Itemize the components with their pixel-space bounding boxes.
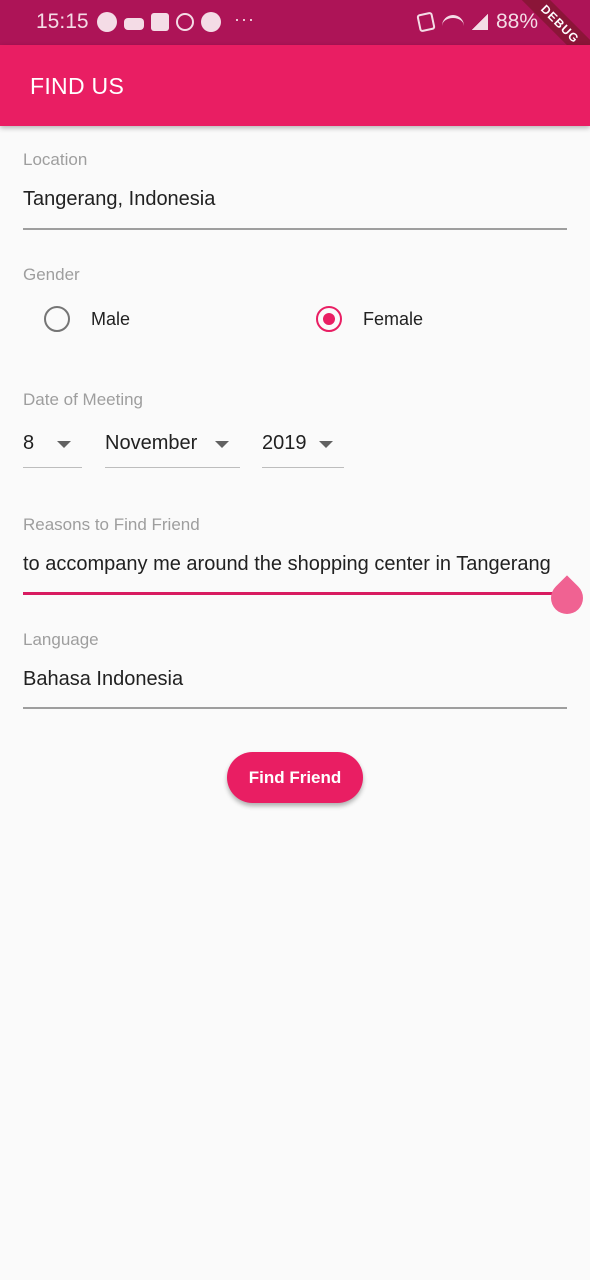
notification-icons: ··· [97,8,255,32]
car-icon [124,18,144,30]
female-radio-button[interactable] [316,306,342,332]
find-friend-button[interactable]: Find Friend [227,752,363,803]
male-radio-button[interactable] [44,306,70,332]
reasons-focus-underline [23,592,567,595]
page-title: FIND US [30,73,125,99]
signal-icon [471,14,488,30]
message-icon [201,12,221,32]
battery-level: 88% [495,10,538,33]
reasons-label: Reasons to Find Friend [23,515,200,534]
language-label: Language [23,630,99,649]
chevron-down-icon [215,441,229,448]
status-bar: 15:15 ··· 88% [0,0,590,45]
location-label: Location [23,150,88,169]
language-underline [23,707,567,709]
day-value: 8 [23,432,35,454]
gender-label: Gender [23,265,80,284]
month-value: November [105,432,198,454]
day-dropdown[interactable]: 8 [23,432,82,468]
chevron-down-icon [319,441,333,448]
year-value: 2019 [262,432,307,454]
status-time: 15:15 [36,10,89,33]
line-icon [97,12,117,32]
app-icon [151,13,169,31]
gender-female-option[interactable]: Female [316,306,423,332]
wifi-icon [441,15,464,29]
status-right: 88% [416,10,538,34]
male-label: Male [91,308,131,329]
coin-icon [176,13,194,31]
more-notifications: ··· [234,8,255,29]
month-dropdown[interactable]: November [105,432,240,468]
gender-radio-group: Male Female [0,306,590,336]
year-dropdown[interactable]: 2019 [262,432,344,468]
chevron-down-icon [57,441,71,448]
text-cursor-handle[interactable] [544,575,590,621]
reasons-input[interactable]: to accompany me around the shopping cent… [23,553,551,576]
mute-icon [416,11,436,33]
app-bar: FIND US [0,45,590,126]
language-input[interactable]: Bahasa Indonesia [23,668,183,691]
gender-male-option[interactable]: Male [44,306,130,332]
location-input[interactable]: Tangerang, Indonesia [23,188,215,211]
female-label: Female [363,308,424,329]
location-underline [23,228,567,230]
date-label: Date of Meeting [23,390,144,409]
